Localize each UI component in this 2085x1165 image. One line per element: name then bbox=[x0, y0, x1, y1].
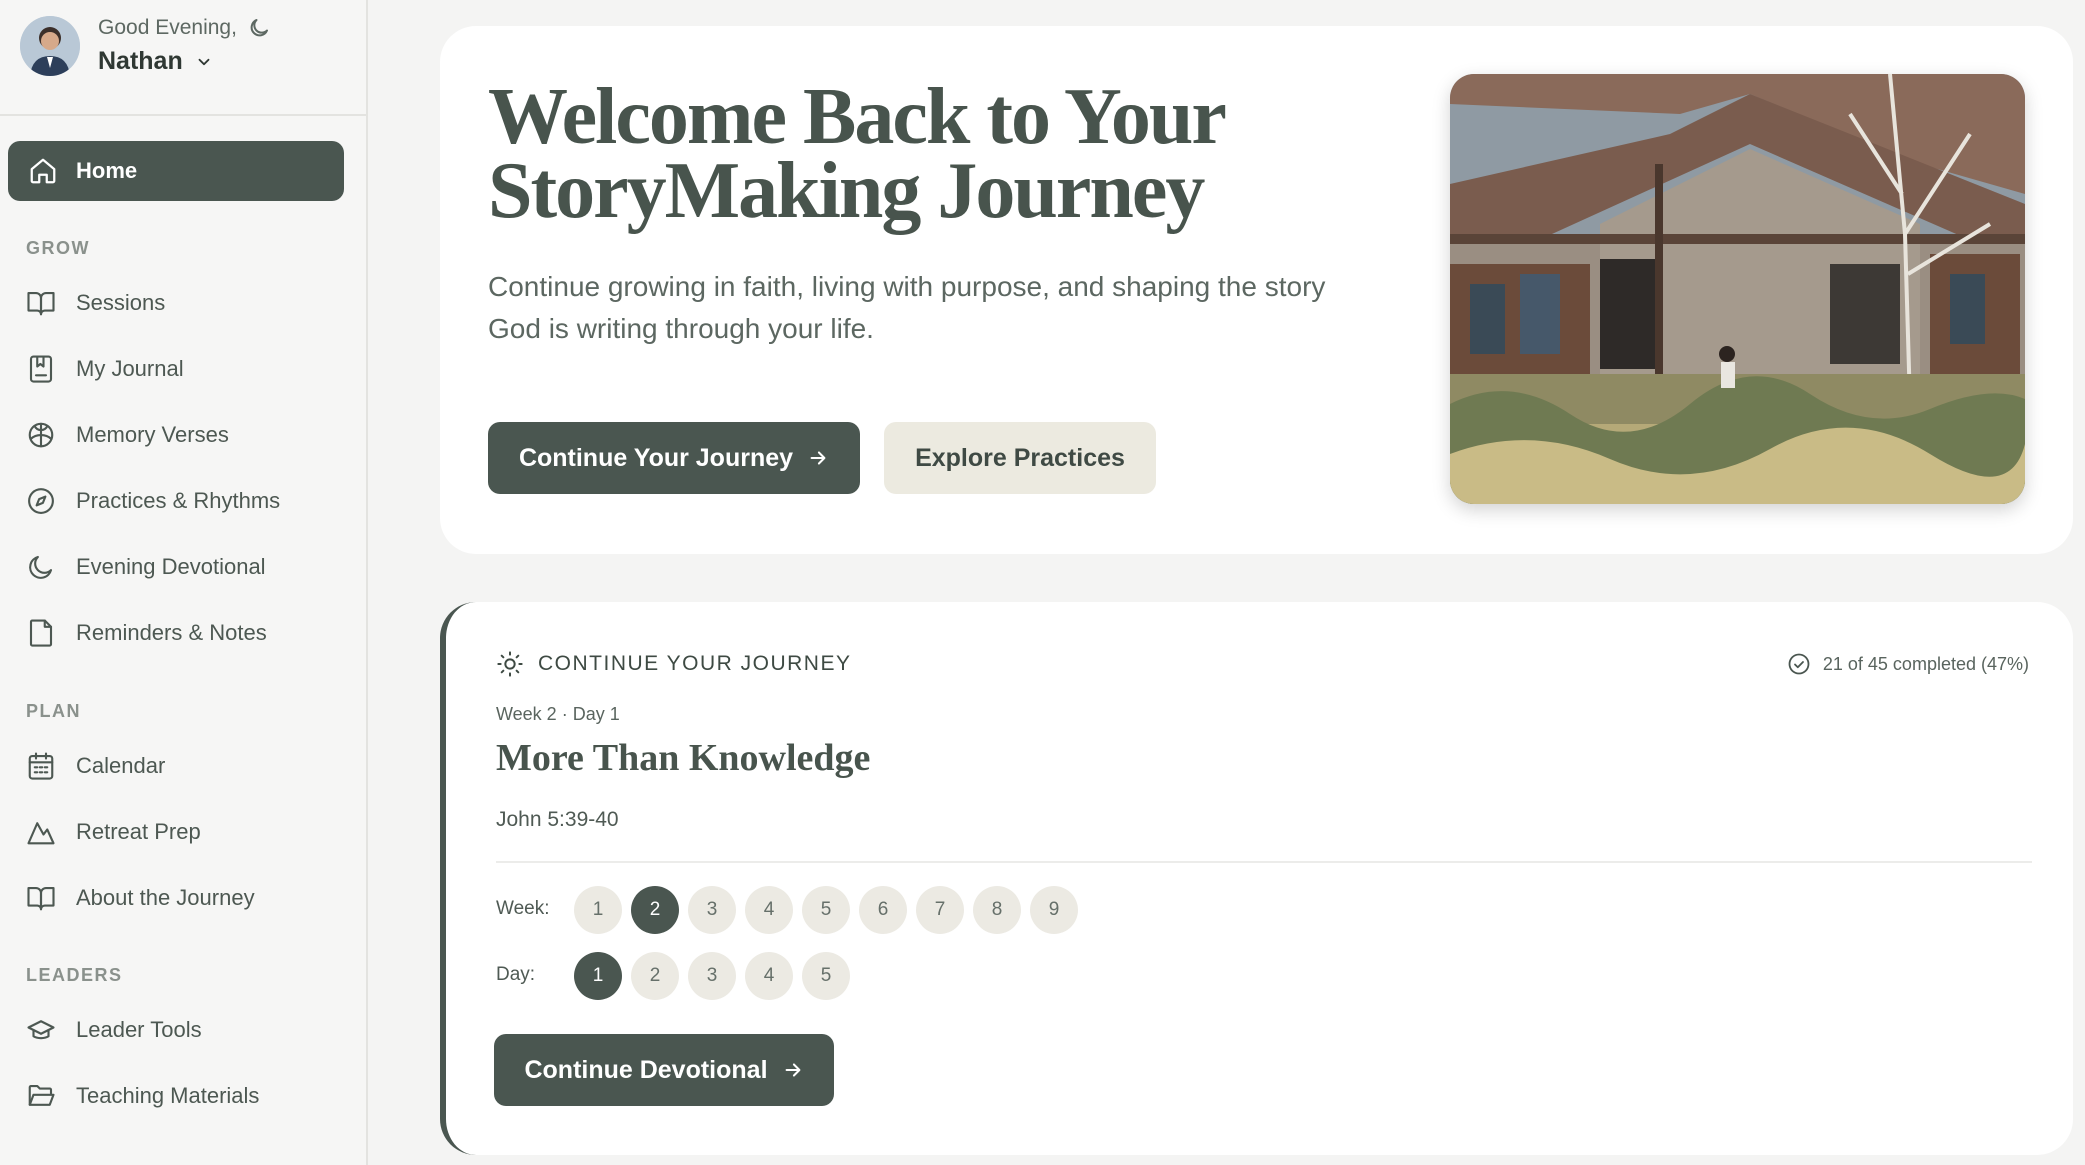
chevron-down-icon bbox=[198, 58, 210, 65]
welcome-hero-card: Welcome Back to Your StoryMaking Journey… bbox=[440, 26, 2073, 554]
nav-calendar[interactable]: Calendar bbox=[26, 746, 346, 786]
nav-about-journey-label: About the Journey bbox=[76, 885, 255, 910]
retreat-house-image bbox=[1450, 74, 2025, 504]
user-menu-toggle[interactable]: Nathan bbox=[98, 47, 213, 76]
week-pill-8[interactable]: 8 bbox=[973, 886, 1021, 934]
nav-memory-verses[interactable]: Memory Verses bbox=[26, 415, 346, 455]
day-pill-2[interactable]: 2 bbox=[631, 952, 679, 1000]
section-label-grow: GROW bbox=[26, 238, 90, 258]
note-icon bbox=[29, 619, 53, 647]
hero-subtitle: Continue growing in faith, living with p… bbox=[488, 271, 1326, 344]
week-pill-7[interactable]: 7 bbox=[916, 886, 964, 934]
book-open-icon bbox=[27, 291, 55, 316]
continue-journey-button[interactable]: Continue Your Journey bbox=[488, 422, 860, 494]
day-pill-4[interactable]: 4 bbox=[745, 952, 793, 1000]
mountain-icon bbox=[27, 822, 55, 845]
nav-home[interactable]: Home bbox=[8, 141, 344, 201]
moon-icon bbox=[250, 19, 268, 37]
journey-header-label: CONTINUE YOUR JOURNEY bbox=[538, 652, 852, 675]
nav-reminders-notes[interactable]: Reminders & Notes bbox=[26, 613, 346, 653]
section-label-plan: PLAN bbox=[26, 701, 81, 721]
continue-journey-card: CONTINUE YOUR JOURNEY 21 of 45 completed… bbox=[440, 602, 2073, 1155]
journey-progress-text: 21 of 45 completed (47%) bbox=[1822, 653, 2029, 674]
nav-evening-devotional[interactable]: Evening Devotional bbox=[26, 547, 346, 587]
nav-about-journey[interactable]: About the Journey bbox=[26, 878, 346, 918]
profile-header[interactable]: Good Evening, Nathan bbox=[0, 0, 366, 116]
app: Good Evening, Nathan Home GROW Sessions … bbox=[0, 0, 2085, 1165]
nav-practices-rhythms-label: Practices & Rhythms bbox=[76, 488, 281, 513]
nav-sessions[interactable]: Sessions bbox=[26, 283, 346, 323]
explore-practices-button[interactable]: Explore Practices bbox=[884, 422, 1156, 494]
user-name: Nathan bbox=[98, 47, 183, 75]
book-open-icon bbox=[27, 886, 55, 911]
week-pill-9[interactable]: 9 bbox=[1030, 886, 1078, 934]
day-label: Day: bbox=[496, 964, 536, 985]
hero-title: Welcome Back to Your StoryMaking Journey bbox=[488, 73, 1225, 235]
week-pill-6[interactable]: 6 bbox=[859, 886, 907, 934]
compass-icon bbox=[28, 488, 54, 514]
folder-open-icon bbox=[28, 1084, 55, 1106]
week-pill-5[interactable]: 5 bbox=[802, 886, 850, 934]
arrow-right-icon bbox=[810, 451, 826, 465]
sun-icon bbox=[497, 651, 523, 677]
session-verse: John 5:39-40 bbox=[496, 808, 619, 831]
nav-my-journal-label: My Journal bbox=[76, 356, 184, 381]
arrow-right-icon bbox=[785, 1063, 800, 1077]
avatar[interactable] bbox=[20, 16, 80, 76]
week-label: Week: bbox=[496, 898, 550, 919]
journal-icon bbox=[29, 355, 53, 383]
session-title: More Than Knowledge bbox=[496, 737, 871, 779]
nav-my-journal[interactable]: My Journal bbox=[26, 349, 346, 389]
graduation-cap-icon bbox=[27, 1020, 55, 1040]
nav-sessions-label: Sessions bbox=[76, 290, 166, 315]
brain-icon bbox=[28, 422, 54, 448]
section-label-leaders: LEADERS bbox=[26, 965, 123, 985]
moon-icon bbox=[29, 555, 53, 579]
nav-retreat-prep[interactable]: Retreat Prep bbox=[26, 812, 346, 852]
greeting: Good Evening, bbox=[98, 16, 271, 40]
nav-leader-tools-label: Leader Tools bbox=[76, 1017, 202, 1042]
day-pill-3[interactable]: 3 bbox=[688, 952, 736, 1000]
nav-reminders-notes-label: Reminders & Notes bbox=[76, 620, 267, 645]
continue-devotional-label: Continue Devotional bbox=[524, 1055, 768, 1084]
journey-header: CONTINUE YOUR JOURNEY bbox=[496, 650, 851, 678]
week-pill-2[interactable]: 2 bbox=[631, 886, 679, 934]
day-pill-5[interactable]: 5 bbox=[802, 952, 850, 1000]
week-pill-1[interactable]: 1 bbox=[574, 886, 622, 934]
explore-practices-label: Explore Practices bbox=[915, 443, 1125, 472]
day-pill-1[interactable]: 1 bbox=[574, 952, 622, 1000]
nav-home-label: Home bbox=[76, 158, 138, 183]
nav-practices-rhythms[interactable]: Practices & Rhythms bbox=[26, 481, 346, 521]
continue-devotional-button[interactable]: Continue Devotional bbox=[494, 1034, 834, 1106]
week-pill-3[interactable]: 3 bbox=[688, 886, 736, 934]
nav-memory-verses-label: Memory Verses bbox=[76, 422, 229, 447]
continue-journey-label: Continue Your Journey bbox=[518, 443, 794, 472]
home-icon bbox=[30, 158, 56, 184]
nav-leader-tools[interactable]: Leader Tools bbox=[26, 1010, 346, 1050]
calendar-icon bbox=[28, 752, 54, 780]
check-circle-icon bbox=[1788, 653, 1810, 675]
session-meta: Week 2 · Day 1 bbox=[496, 704, 620, 724]
journey-progress: 21 of 45 completed (47%) bbox=[1787, 652, 2029, 676]
nav-calendar-label: Calendar bbox=[76, 753, 166, 778]
nav-retreat-prep-label: Retreat Prep bbox=[76, 819, 201, 844]
nav-teaching-materials-label: Teaching Materials bbox=[76, 1083, 260, 1108]
greeting-text: Good Evening, bbox=[98, 16, 237, 39]
nav-evening-devotional-label: Evening Devotional bbox=[76, 554, 266, 579]
divider bbox=[496, 861, 2032, 863]
nav-teaching-materials[interactable]: Teaching Materials bbox=[26, 1076, 346, 1116]
sidebar: Good Evening, Nathan Home GROW Sessions … bbox=[0, 0, 368, 1165]
week-pill-4[interactable]: 4 bbox=[745, 886, 793, 934]
